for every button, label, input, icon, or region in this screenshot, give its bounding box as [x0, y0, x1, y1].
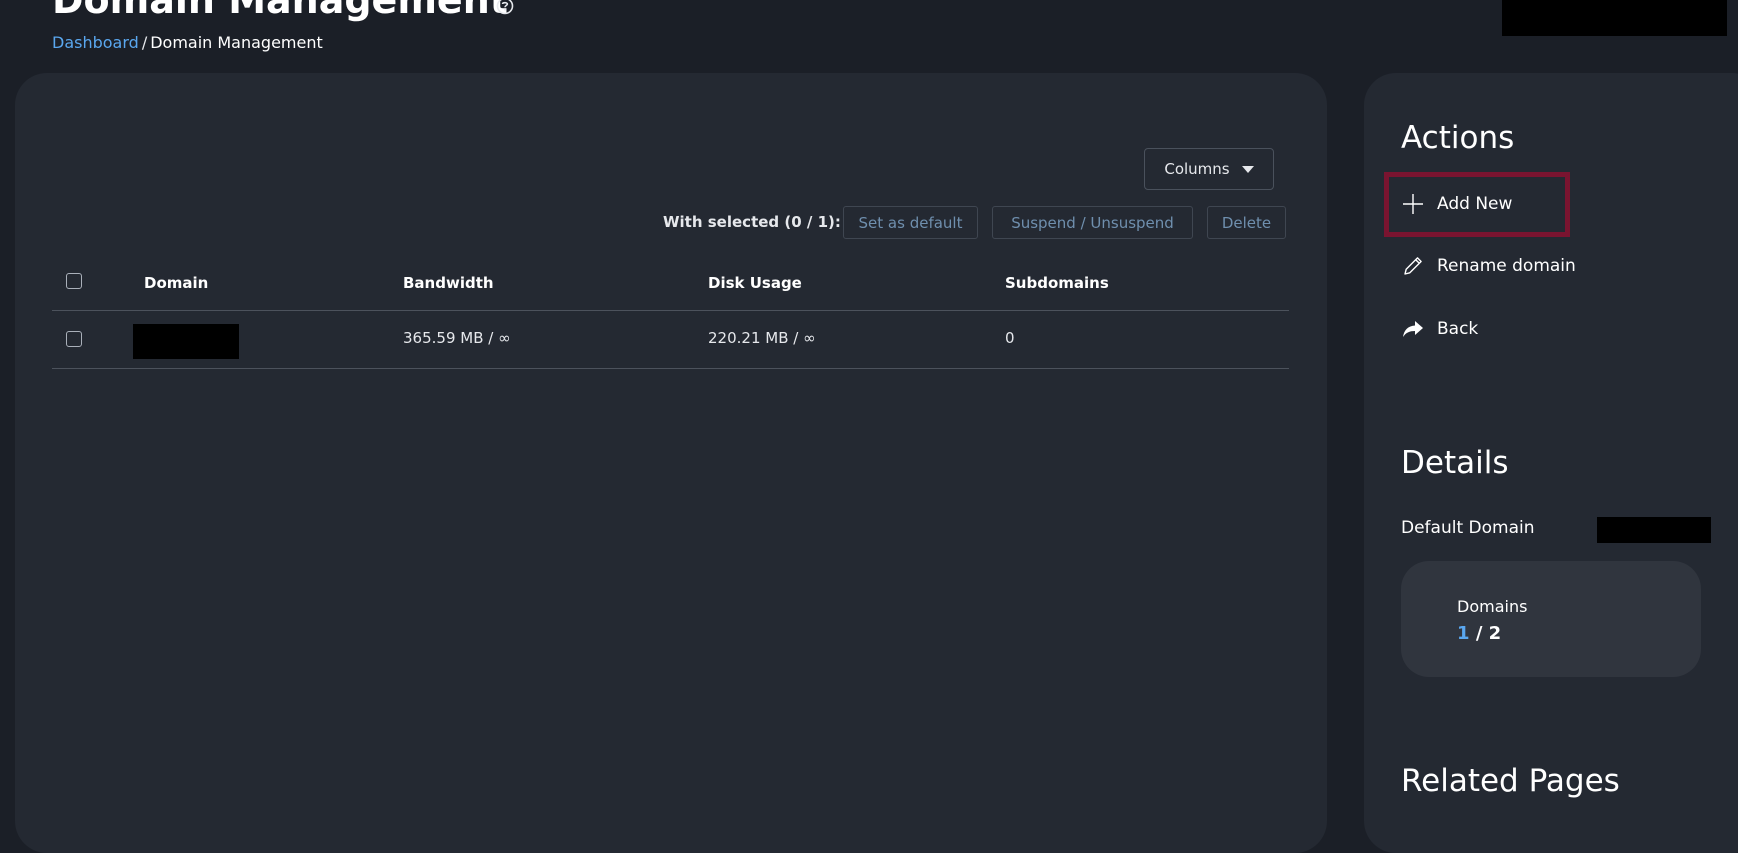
actions-heading: Actions — [1401, 120, 1515, 156]
table-header: Domain Bandwidth Disk Usage Subdomains — [52, 263, 1289, 311]
delete-button[interactable]: Delete — [1207, 206, 1286, 239]
add-new-label: Add New — [1437, 194, 1513, 214]
plus-icon — [1403, 194, 1423, 214]
pencil-icon — [1404, 257, 1422, 275]
domains-count: 1 / 2 — [1457, 623, 1501, 644]
breadcrumb-current: Domain Management — [150, 33, 323, 52]
related-pages-heading: Related Pages — [1401, 763, 1620, 799]
columns-label: Columns — [1164, 160, 1230, 178]
subdomains-cell: 0 — [1005, 329, 1015, 347]
breadcrumb-dashboard-link[interactable]: Dashboard — [52, 33, 139, 52]
table-row: 365.59 MB / ∞ 220.21 MB / ∞ 0 — [52, 311, 1289, 369]
domains-used: 1 — [1457, 623, 1470, 644]
domains-panel — [15, 73, 1327, 853]
with-selected-label: With selected (0 / 1): — [663, 213, 841, 231]
page-title: Domain Management — [52, 0, 508, 22]
help-icon[interactable] — [496, 0, 514, 15]
disk-usage-cell: 220.21 MB / ∞ — [708, 329, 816, 347]
domains-total: 2 — [1488, 623, 1502, 644]
redacted-domain-name[interactable] — [133, 324, 239, 359]
column-header-subdomains[interactable]: Subdomains — [1005, 274, 1109, 292]
details-heading: Details — [1401, 445, 1509, 481]
domains-label: Domains — [1457, 597, 1528, 616]
domains-separator: / — [1475, 623, 1483, 644]
suspend-unsuspend-button[interactable]: Suspend / Unsuspend — [992, 206, 1193, 239]
bandwidth-cell: 365.59 MB / ∞ — [403, 329, 511, 347]
set-default-button[interactable]: Set as default — [843, 206, 978, 239]
back-action[interactable]: Back — [1401, 314, 1478, 344]
row-checkbox[interactable] — [66, 331, 82, 347]
page-header: Domain Management Dashboard / Domain Manag… — [0, 0, 1738, 73]
breadcrumb: Dashboard / Domain Management — [52, 33, 323, 52]
rename-domain-action[interactable]: Rename domain — [1401, 251, 1576, 281]
share-arrow-icon — [1403, 321, 1423, 337]
add-new-action[interactable]: Add New — [1401, 189, 1512, 219]
rename-domain-label: Rename domain — [1437, 256, 1576, 276]
redacted-default-domain — [1597, 517, 1711, 543]
column-header-disk-usage[interactable]: Disk Usage — [708, 274, 802, 292]
column-header-bandwidth[interactable]: Bandwidth — [403, 274, 494, 292]
domains-card: Domains 1 / 2 — [1401, 561, 1701, 677]
back-label: Back — [1437, 319, 1479, 339]
caret-down-icon — [1241, 165, 1254, 173]
breadcrumb-separator: / — [141, 33, 148, 52]
default-domain-label: Default Domain — [1401, 518, 1535, 538]
select-all-checkbox[interactable] — [66, 273, 82, 289]
redacted-block — [1502, 0, 1727, 36]
column-header-domain[interactable]: Domain — [144, 274, 208, 292]
columns-dropdown[interactable]: Columns — [1144, 148, 1274, 190]
